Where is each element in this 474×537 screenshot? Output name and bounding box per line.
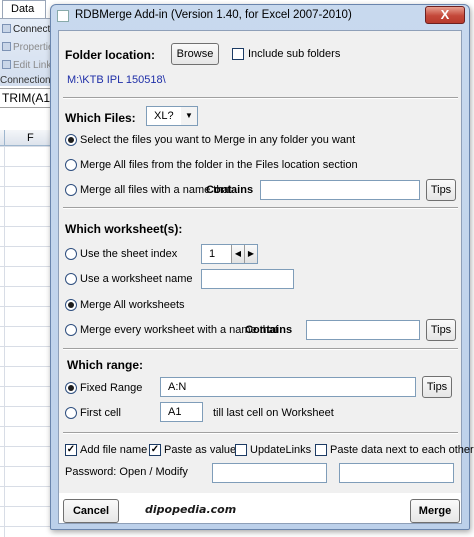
spin-left-icon[interactable]: ◀ — [231, 245, 244, 263]
update-links-label: UpdateLinks — [250, 444, 312, 456]
range-tips-button[interactable]: Tips — [422, 376, 452, 398]
option-worksheet-name-label: Use a worksheet name — [80, 273, 193, 285]
worksheet-tips-button[interactable]: Tips — [426, 319, 456, 341]
which-range-heading: Which range: — [67, 358, 144, 372]
folder-path: M:\KTB IPL 150518\ — [67, 74, 166, 86]
till-last-cell-label: till last cell on Worksheet — [213, 407, 334, 419]
radio-sheet-index[interactable] — [65, 248, 77, 260]
update-links-checkbox[interactable] — [235, 444, 247, 456]
chevron-down-icon: ▼ — [181, 107, 197, 125]
first-cell-input[interactable]: A1 — [160, 402, 203, 422]
app-icon — [57, 10, 69, 22]
radio-first-cell[interactable] — [65, 407, 77, 419]
dialog-title: RDBMerge Add-in (Version 1.40, for Excel… — [75, 9, 352, 21]
paste-next-checkbox[interactable] — [315, 444, 327, 456]
password-open-input[interactable] — [212, 463, 327, 483]
radio-worksheet-contains[interactable] — [65, 324, 77, 336]
sheet-index-spinner[interactable]: 1 ◀ ▶ — [201, 244, 258, 264]
password-modify-input[interactable] — [339, 463, 454, 483]
include-sub-folders-label: Include sub folders — [248, 48, 341, 60]
option-fixed-range-label: Fixed Range — [80, 382, 143, 394]
properties-icon — [2, 42, 11, 51]
worksheet-contains-input[interactable] — [306, 320, 420, 340]
files-tips-button[interactable]: Tips — [426, 179, 456, 201]
password-label: Password: Open / Modify — [65, 466, 188, 478]
dialog-titlebar[interactable]: RDBMerge Add-in (Version 1.40, for Excel… — [51, 5, 469, 27]
brand-watermark: dipopedia.com — [145, 503, 237, 516]
radio-select-files[interactable] — [65, 134, 77, 146]
column-f-label: F — [27, 132, 34, 144]
file-type-dropdown[interactable]: XL? ▼ — [146, 106, 198, 126]
divider — [63, 207, 458, 209]
files-contains-label: Contains — [206, 184, 254, 196]
dialog-footer — [59, 493, 461, 523]
radio-files-contains[interactable] — [65, 184, 77, 196]
which-files-heading: Which Files: — [65, 111, 136, 125]
dialog-client: Folder location: Browse Include sub fold… — [58, 30, 474, 524]
radio-fixed-range[interactable] — [65, 382, 77, 394]
radio-merge-all-worksheets[interactable] — [65, 299, 77, 311]
paste-values-label: Paste as values — [164, 444, 242, 456]
option-merge-all-worksheets-label: Merge All worksheets — [80, 299, 185, 311]
sheet-index-value: 1 — [209, 248, 216, 260]
close-button[interactable]: X — [425, 6, 465, 24]
spin-right-icon[interactable]: ▶ — [244, 245, 257, 263]
fixed-range-input[interactable]: A:N — [160, 377, 416, 397]
ribbon-edit-links-button[interactable]: Edit Links — [2, 60, 56, 71]
file-type-value: XL? — [154, 110, 174, 122]
connections-icon — [2, 24, 11, 33]
which-worksheets-heading: Which worksheet(s): — [65, 222, 183, 236]
divider — [63, 432, 458, 434]
paste-next-label: Paste data next to each other — [330, 444, 474, 456]
add-file-name-label: Add file name — [80, 444, 148, 456]
merge-button[interactable]: Merge — [410, 499, 460, 523]
folder-location-label: Folder location: — [65, 48, 155, 62]
close-icon: X — [440, 7, 450, 22]
ribbon-group-label: Connections — [0, 75, 56, 86]
option-first-cell-label: First cell — [80, 407, 121, 419]
paste-values-checkbox[interactable]: ✓ — [149, 444, 161, 456]
files-contains-input[interactable] — [260, 180, 420, 200]
cancel-button[interactable]: Cancel — [63, 499, 119, 523]
worksheet-name-input[interactable] — [201, 269, 294, 289]
add-file-name-checkbox[interactable]: ✓ — [65, 444, 77, 456]
radio-worksheet-name[interactable] — [65, 273, 77, 285]
include-sub-folders-checkbox[interactable] — [232, 48, 244, 60]
rdbmerge-dialog: RDBMerge Add-in (Version 1.40, for Excel… — [50, 4, 474, 530]
divider — [63, 348, 458, 350]
option-merge-all-files-label: Merge All files from the folder in the F… — [80, 159, 358, 171]
radio-merge-all-files[interactable] — [65, 159, 77, 171]
worksheet-contains-label: Contains — [245, 324, 293, 336]
option-sheet-index-label: Use the sheet index — [80, 248, 178, 260]
browse-button[interactable]: Browse — [171, 43, 219, 65]
option-select-files-label: Select the files you want to Merge in an… — [80, 134, 356, 146]
edit-links-icon — [2, 60, 11, 69]
divider — [63, 97, 458, 99]
ribbon-tab-data[interactable]: Data — [2, 0, 46, 18]
